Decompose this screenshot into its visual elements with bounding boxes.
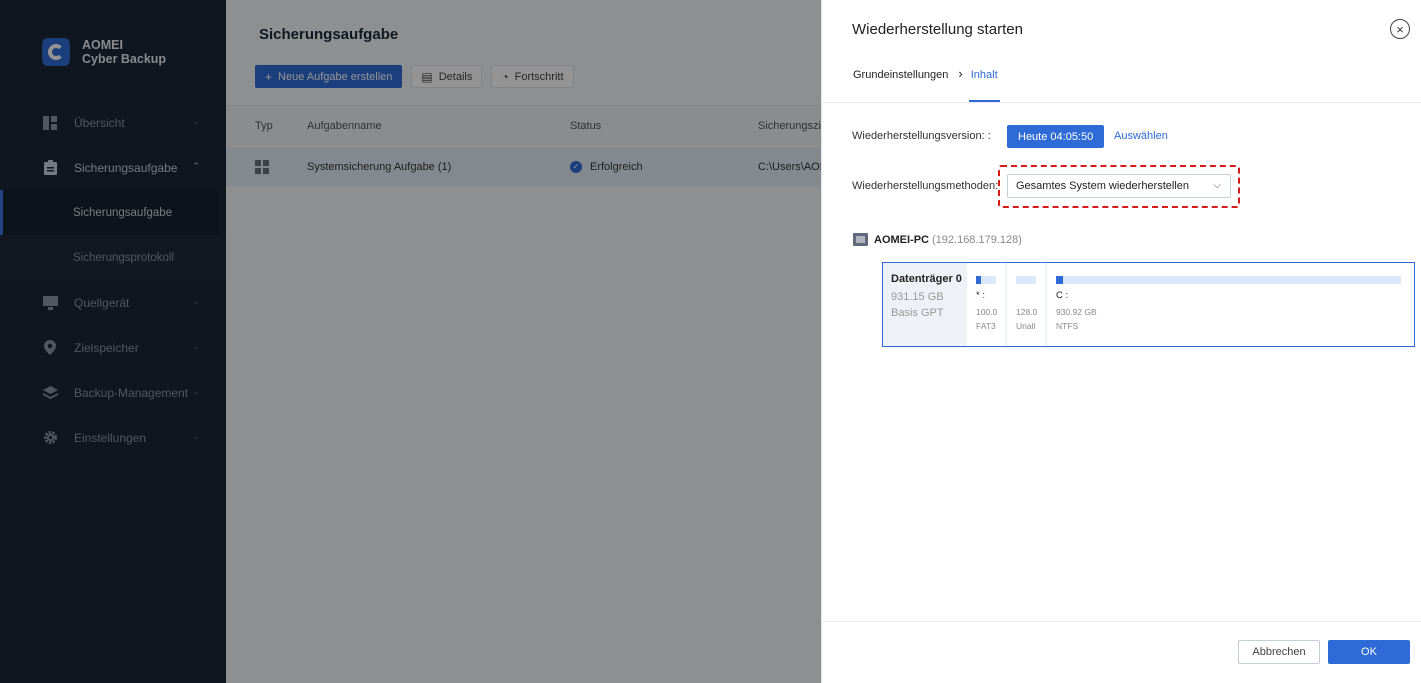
disk-card[interactable]: Datenträger 0 931.15 GB Basis GPT * : 10… <box>882 262 1415 347</box>
disk-info: Datenträger 0 931.15 GB Basis GPT <box>883 263 967 346</box>
partition-usage-bar <box>1016 276 1036 284</box>
divider <box>822 102 1421 103</box>
pc-header: AOMEI-PC (192.168.179.128) <box>853 233 1022 246</box>
partition-size: 128.0 <box>1016 307 1038 317</box>
select-value: Gesamtes System wiederherstellen <box>1016 180 1190 192</box>
computer-icon <box>853 233 868 246</box>
partition-size: 100.0 <box>976 307 998 317</box>
partition-block[interactable]: C : 930.92 GB NTFS <box>1047 263 1410 346</box>
disk-size: 931.15 GB <box>891 291 944 303</box>
version-label: Wiederherstellungsversion: : <box>852 130 991 142</box>
step-breadcrumb: Grundeinstellungen › Inhalt <box>853 62 1000 102</box>
cancel-button[interactable]: Abbrechen <box>1238 640 1320 664</box>
partition-usage-bar <box>976 276 996 284</box>
step-inhalt[interactable]: Inhalt <box>968 62 1000 102</box>
partition-block[interactable]: * : 100.0 FAT3 <box>967 263 1007 346</box>
select-version-link[interactable]: Auswählen <box>1114 130 1168 142</box>
restore-method-select[interactable]: Gesamtes System wiederherstellen ⌵ <box>1007 174 1231 198</box>
disk-type: Basis GPT <box>891 307 944 319</box>
disk-name: Datenträger 0 <box>891 273 962 285</box>
step-grundeinstellungen[interactable]: Grundeinstellungen <box>853 62 948 81</box>
partition-fs: FAT3 <box>976 321 996 331</box>
chevron-down-icon: ⌵ <box>1213 180 1221 191</box>
partition-fs: Unall <box>1016 321 1036 331</box>
partition-label <box>1016 290 1036 301</box>
restore-dialog: Wiederherstellung starten × Grundeinstel… <box>821 0 1421 683</box>
partition-label: * : <box>976 290 985 301</box>
version-button[interactable]: Heute 04:05:50 <box>1007 125 1105 148</box>
modal-overlay[interactable] <box>0 0 821 683</box>
dialog-title: Wiederherstellung starten <box>852 21 1023 38</box>
ok-button[interactable]: OK <box>1328 640 1410 664</box>
pc-name: AOMEI-PC <box>874 233 929 246</box>
partition-label: C : <box>1056 290 1069 301</box>
pc-ip: (192.168.179.128) <box>932 233 1022 246</box>
partition-usage-bar <box>1056 276 1401 284</box>
partition-block[interactable]: 128.0 Unall <box>1007 263 1047 346</box>
chevron-right-icon: › <box>958 66 963 81</box>
method-label: Wiederherstellungsmethoden: <box>852 180 999 192</box>
close-icon[interactable]: × <box>1390 19 1410 39</box>
divider <box>822 621 1421 622</box>
partition-size: 930.92 GB <box>1056 307 1097 317</box>
partition-fs: NTFS <box>1056 321 1079 331</box>
